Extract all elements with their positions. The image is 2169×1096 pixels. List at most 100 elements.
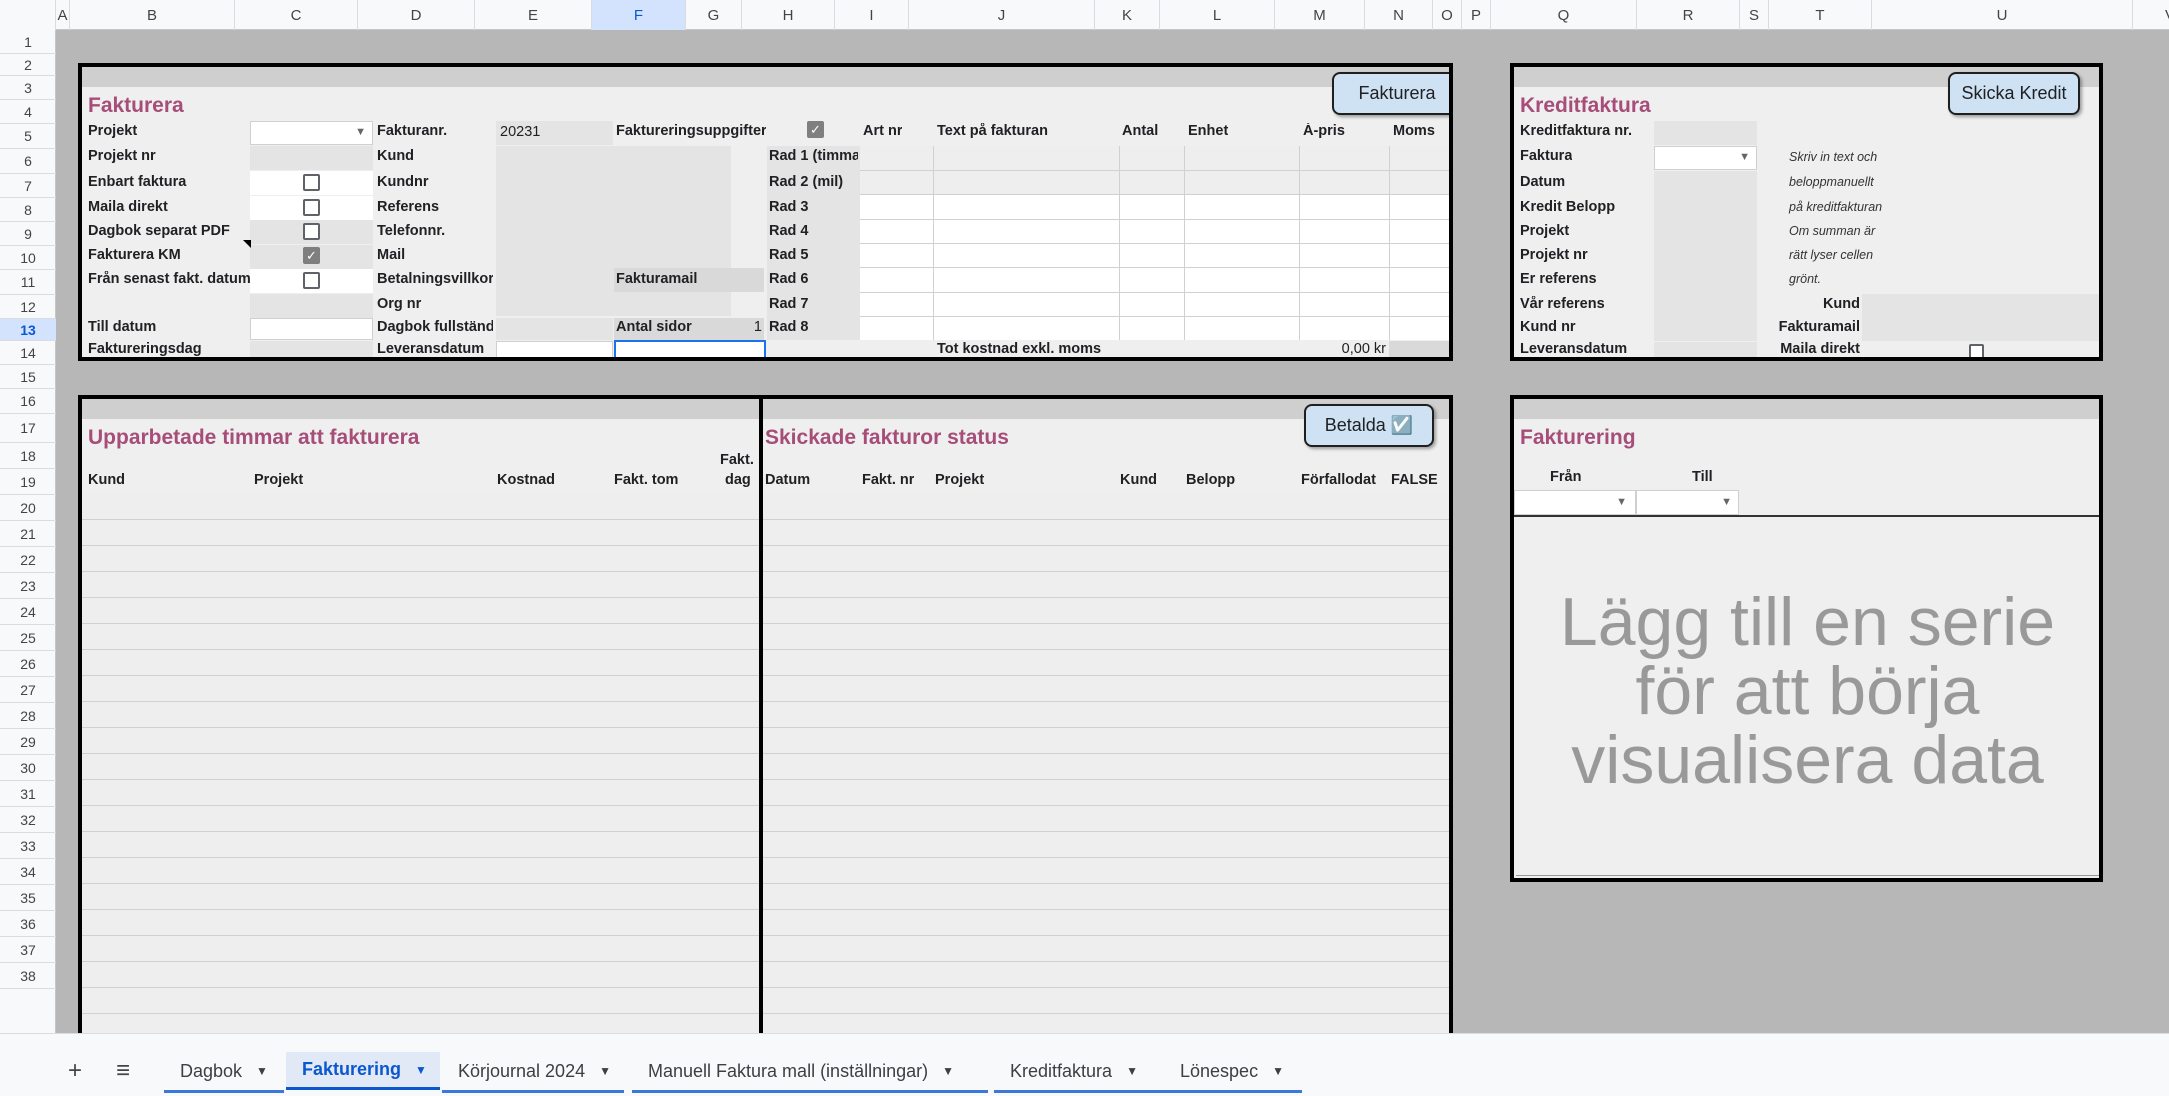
tab-manuell-faktura-mall[interactable]: Manuell Faktura mall (inställningar) ▼ xyxy=(632,1052,988,1093)
fran-dropdown[interactable]: ▼ xyxy=(1514,490,1636,515)
column-header-l[interactable]: L xyxy=(1160,0,1275,30)
fran-senast-checkbox[interactable] xyxy=(303,272,320,289)
tab-korjournal-2024[interactable]: Körjournal 2024 ▼ xyxy=(442,1052,624,1093)
row-header-38[interactable]: 38 xyxy=(0,963,56,989)
row-header-24[interactable]: 24 xyxy=(0,599,56,625)
column-header-p[interactable]: P xyxy=(1462,0,1491,30)
column-header-j[interactable]: J xyxy=(909,0,1095,30)
column-header-u[interactable]: U xyxy=(1872,0,2133,30)
column-header-s[interactable]: S xyxy=(1740,0,1769,30)
row-header-22[interactable]: 22 xyxy=(0,547,56,573)
row-header-34[interactable]: 34 xyxy=(0,859,56,885)
column-header-m[interactable]: M xyxy=(1275,0,1365,30)
row-header-33[interactable]: 33 xyxy=(0,833,56,859)
tab-lonespec[interactable]: Lönespec ▼ xyxy=(1164,1052,1302,1093)
caret-down-icon[interactable]: ▼ xyxy=(256,1064,268,1078)
select-all-corner[interactable] xyxy=(0,0,56,30)
projekt-dropdown[interactable]: ▼ xyxy=(250,121,373,145)
column-header-v[interactable]: V xyxy=(2133,0,2169,30)
row-header-4[interactable]: 4 xyxy=(0,100,56,124)
column-header-b[interactable]: B xyxy=(70,0,235,30)
antal-sidor-value[interactable]: 1 xyxy=(732,319,762,335)
row-header-26[interactable]: 26 xyxy=(0,651,56,677)
row-header-1[interactable]: 1 xyxy=(0,30,56,54)
row-header-10[interactable]: 10 xyxy=(0,246,56,270)
row-header-25[interactable]: 25 xyxy=(0,625,56,651)
status-table-body[interactable] xyxy=(763,493,1449,1039)
faktura-dropdown[interactable]: ▼ xyxy=(1654,146,1757,170)
add-sheet-button[interactable]: + xyxy=(58,1052,92,1090)
row-header-17[interactable]: 17 xyxy=(0,414,56,443)
kund-fakturamail-values[interactable] xyxy=(1862,294,2099,341)
row-header-13[interactable]: 13 xyxy=(0,319,56,341)
row-header-5[interactable]: 5 xyxy=(0,124,56,149)
column-header-r[interactable]: R xyxy=(1637,0,1740,30)
column-header-n[interactable]: N xyxy=(1365,0,1433,30)
column-header-e[interactable]: E xyxy=(475,0,592,30)
row-header-18[interactable]: 18 xyxy=(0,443,56,469)
column-header-i[interactable]: I xyxy=(835,0,909,30)
row-header-36[interactable]: 36 xyxy=(0,911,56,937)
row-header-21[interactable]: 21 xyxy=(0,521,56,547)
tab-fakturering[interactable]: Fakturering ▼ xyxy=(286,1052,440,1090)
column-header-o[interactable]: O xyxy=(1433,0,1462,30)
row-header-20[interactable]: 20 xyxy=(0,495,56,521)
row-header-35[interactable]: 35 xyxy=(0,885,56,911)
kreditfaktura-nr-value[interactable] xyxy=(1654,121,1757,145)
all-sheets-button[interactable]: ≡ xyxy=(106,1052,140,1090)
column-header-d[interactable]: D xyxy=(358,0,475,30)
row-header-16[interactable]: 16 xyxy=(0,389,56,414)
column-header-h[interactable]: H xyxy=(742,0,835,30)
betalda-button[interactable]: Betalda ☑️ xyxy=(1304,404,1434,447)
caret-down-icon[interactable]: ▼ xyxy=(1126,1064,1138,1078)
maila-direkt-checkbox[interactable] xyxy=(303,199,320,216)
row-header-2[interactable]: 2 xyxy=(0,54,56,76)
kredit-values-block[interactable] xyxy=(1654,171,1757,341)
till-dropdown[interactable]: ▼ xyxy=(1636,490,1739,515)
tab-dagbok[interactable]: Dagbok ▼ xyxy=(164,1052,284,1093)
fakturera-km-checkbox[interactable]: ✓ xyxy=(303,247,320,264)
row-header-8[interactable]: 8 xyxy=(0,198,56,222)
timmar-table-body[interactable] xyxy=(82,493,759,1039)
row-header-29[interactable]: 29 xyxy=(0,729,56,755)
selected-cell-f13[interactable] xyxy=(614,340,766,357)
row-header-12[interactable]: 12 xyxy=(0,295,56,319)
leveransdatum-input[interactable] xyxy=(496,341,613,357)
column-header-g[interactable]: G xyxy=(686,0,742,30)
fakturanr-value[interactable]: 20231 xyxy=(496,121,613,145)
fakturera-button[interactable]: Fakturera xyxy=(1332,72,1449,115)
row-header-23[interactable]: 23 xyxy=(0,573,56,599)
row-header-14[interactable]: 14 xyxy=(0,341,56,365)
column-header-c[interactable]: C xyxy=(235,0,358,30)
caret-down-icon[interactable]: ▼ xyxy=(415,1063,427,1077)
caret-down-icon[interactable]: ▼ xyxy=(1272,1064,1284,1078)
caret-down-icon[interactable]: ▼ xyxy=(942,1064,954,1078)
dagbok-separat-pdf-checkbox[interactable] xyxy=(303,223,320,240)
row-header-31[interactable]: 31 xyxy=(0,781,56,807)
column-header-k[interactable]: K xyxy=(1095,0,1160,30)
row-header-30[interactable]: 30 xyxy=(0,755,56,781)
row-header-3[interactable]: 3 xyxy=(0,76,56,100)
empty-chart[interactable]: Lägg till en serie för att börja visuali… xyxy=(1516,518,2099,876)
column-header-q[interactable]: Q xyxy=(1491,0,1637,30)
column-header-t[interactable]: T xyxy=(1769,0,1872,30)
row-header-11[interactable]: 11 xyxy=(0,270,56,295)
column-header-a[interactable]: A xyxy=(56,0,70,30)
leveransdatum-value[interactable] xyxy=(1654,342,1757,357)
row-header-6[interactable]: 6 xyxy=(0,149,56,174)
row-header-37[interactable]: 37 xyxy=(0,937,56,963)
row-header-15[interactable]: 15 xyxy=(0,365,56,389)
row-header-7[interactable]: 7 xyxy=(0,174,56,198)
row-header-9[interactable]: 9 xyxy=(0,222,56,246)
faktureringsuppgifter-checkbox[interactable]: ✓ xyxy=(807,121,824,138)
row-header-27[interactable]: 27 xyxy=(0,677,56,703)
row-header-19[interactable]: 19 xyxy=(0,469,56,495)
column-header-f[interactable]: F xyxy=(592,0,686,30)
caret-down-icon[interactable]: ▼ xyxy=(599,1064,611,1078)
till-datum-input[interactable] xyxy=(250,318,373,340)
maila-direkt-checkbox[interactable] xyxy=(1969,344,1984,357)
row-header-32[interactable]: 32 xyxy=(0,807,56,833)
fill-handle[interactable] xyxy=(761,357,770,361)
row-header-28[interactable]: 28 xyxy=(0,703,56,729)
skicka-kredit-button[interactable]: Skicka Kredit xyxy=(1948,72,2080,115)
